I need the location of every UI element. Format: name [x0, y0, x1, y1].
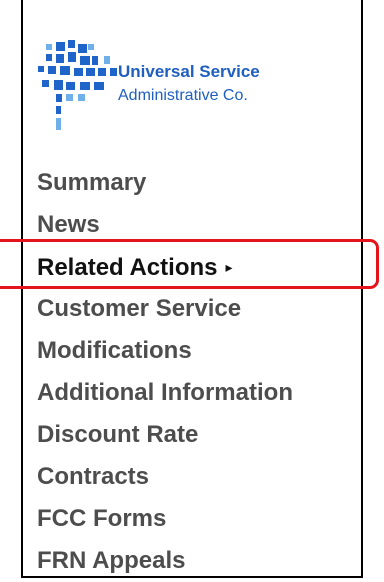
nav-item-summary[interactable]: Summary [37, 162, 293, 204]
nav-label: Contracts [37, 463, 150, 490]
nav-label: Customer Service [37, 295, 242, 322]
nav-item-additional-information[interactable]: Additional Information [37, 372, 293, 414]
nav-item-contracts[interactable]: Contracts [37, 456, 293, 498]
nav-item-news[interactable]: News [37, 204, 293, 246]
nav-label: Modifications [37, 337, 192, 364]
nav-label: Related Actions [37, 254, 218, 281]
nav-item-customer-service[interactable]: Customer Service [37, 288, 293, 330]
nav-item-modifications[interactable]: Modifications [37, 330, 293, 372]
nav-item-frn-appeals[interactable]: FRN Appeals [37, 540, 293, 582]
logo-line-2: Administrative Co. [118, 87, 248, 104]
logo-line-1: Universal Service [118, 62, 260, 81]
nav-label: Additional Information [37, 379, 293, 406]
usac-logo-text: Universal Service Administrative Co. [118, 60, 260, 108]
sidebar-nav: Summary News Related Actions ▸ Customer S… [37, 162, 293, 582]
nav-label: News [37, 211, 100, 238]
nav-item-related-actions[interactable]: Related Actions ▸ [37, 246, 293, 288]
nav-item-fcc-forms[interactable]: FCC Forms [37, 498, 293, 540]
arrow-right-icon: ▸ [225, 259, 233, 275]
nav-label: FCC Forms [37, 505, 167, 532]
nav-item-discount-rate[interactable]: Discount Rate [37, 414, 293, 456]
nav-label: Summary [37, 169, 147, 196]
nav-label: FRN Appeals [37, 547, 186, 574]
nav-label: Discount Rate [37, 421, 199, 448]
